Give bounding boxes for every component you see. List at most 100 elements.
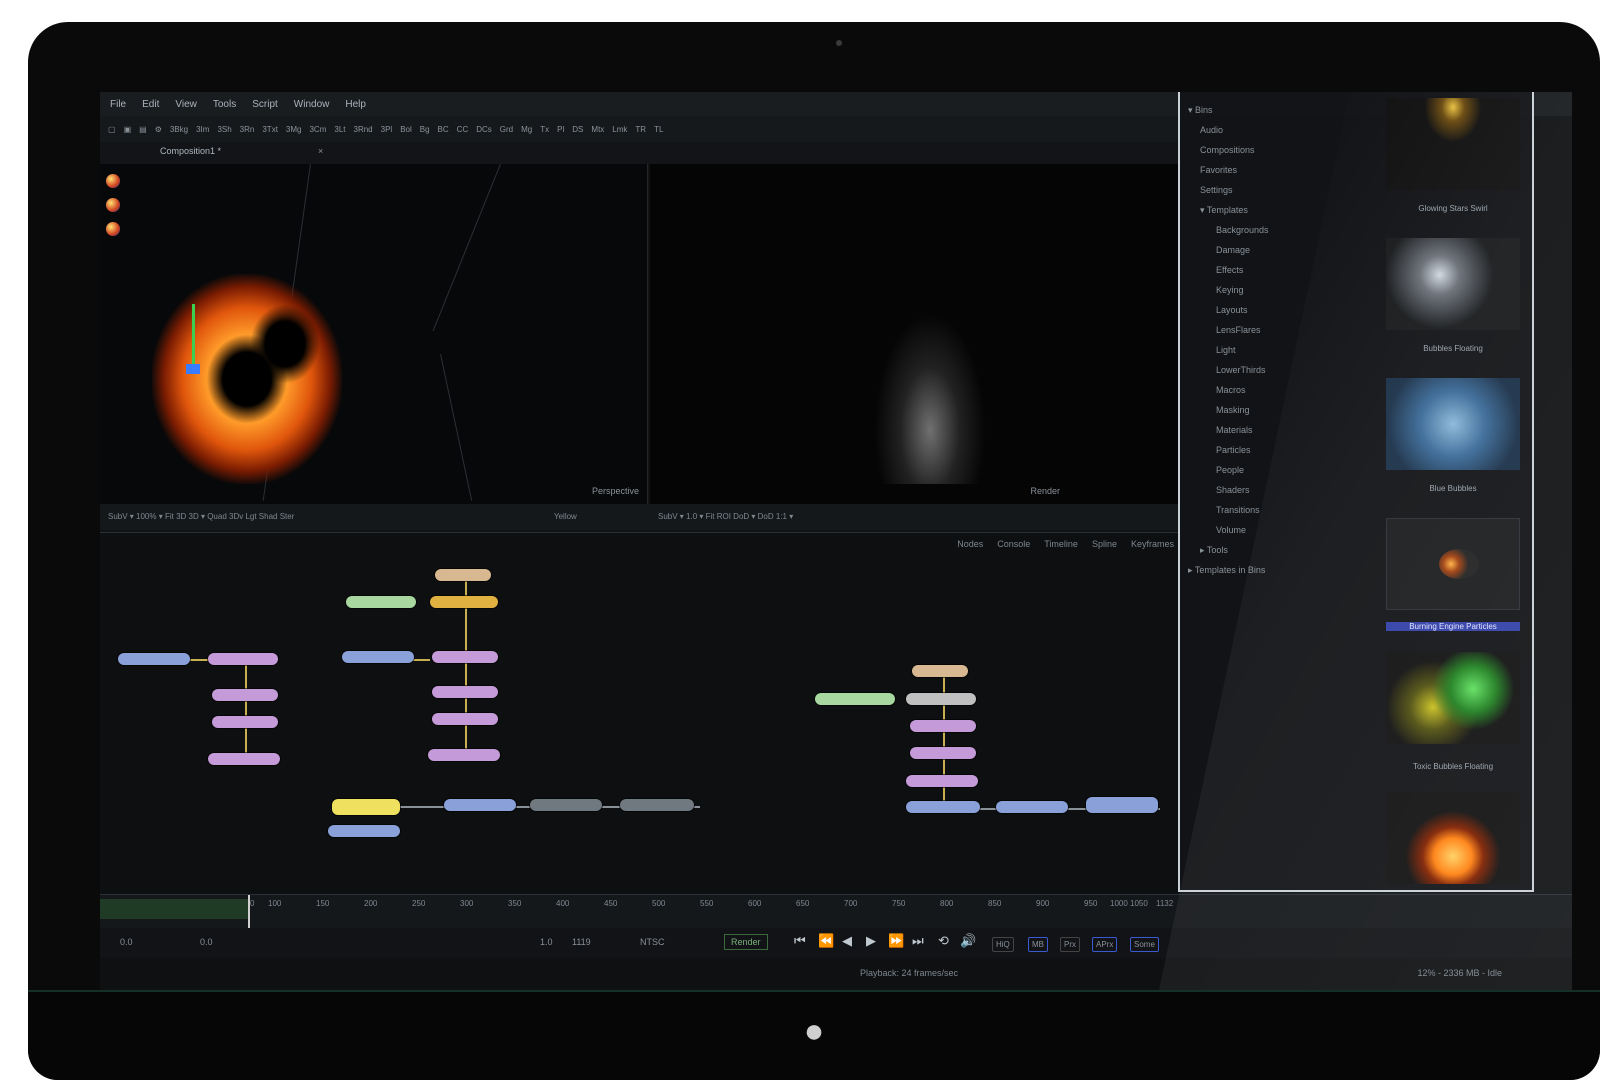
tool-button[interactable]: Grd	[500, 125, 513, 134]
tool-button[interactable]: 3Sh	[217, 125, 231, 134]
tool-button[interactable]: 3Lt	[334, 125, 345, 134]
play-reverse-icon[interactable]: ◀	[842, 933, 852, 953]
tab-nodes[interactable]: Nodes	[957, 539, 983, 549]
tree-item-templates-in-bins[interactable]: ▸ Templates in Bins	[1188, 560, 1388, 580]
viewer-channel-select[interactable]: Yellow	[554, 512, 577, 521]
flow-node[interactable]	[208, 653, 278, 665]
tool-button[interactable]: 3Cm	[309, 125, 326, 134]
tree-item[interactable]: Volume	[1188, 520, 1388, 540]
tree-item[interactable]: Keying	[1188, 280, 1388, 300]
flow-node[interactable]	[906, 775, 978, 787]
menu-script[interactable]: Script	[252, 99, 278, 110]
menu-view[interactable]: View	[175, 99, 197, 110]
mb-toggle[interactable]: MB	[1028, 937, 1048, 952]
tool-button[interactable]: 3Mg	[286, 125, 302, 134]
render-end-field[interactable]: 0.0	[200, 937, 213, 947]
flow-node[interactable]	[428, 749, 500, 761]
goto-start-icon[interactable]: ⏮	[794, 933, 806, 953]
flow-node[interactable]	[906, 801, 980, 813]
tree-item-bins[interactable]: ▾ Bins	[1188, 100, 1388, 120]
tool-button[interactable]: 3Txt	[262, 125, 278, 134]
tree-item-templates[interactable]: ▾ Templates	[1188, 200, 1388, 220]
tool-button[interactable]: Bol	[400, 125, 412, 134]
thumb-fire[interactable]	[1386, 792, 1520, 884]
hiq-toggle[interactable]: HiQ	[992, 937, 1014, 952]
tree-item[interactable]: People	[1188, 460, 1388, 480]
flow-node[interactable]	[212, 689, 278, 701]
flow-node-merge[interactable]	[332, 799, 400, 815]
flow-node[interactable]	[432, 686, 498, 698]
light-icon[interactable]	[106, 174, 120, 188]
tree-item[interactable]: Materials	[1188, 420, 1388, 440]
flow-node[interactable]	[912, 665, 968, 677]
tree-item[interactable]: Shaders	[1188, 480, 1388, 500]
loop-icon[interactable]: ⟲	[938, 933, 949, 953]
render-button[interactable]: Render	[724, 934, 768, 950]
tree-item[interactable]: Damage	[1188, 240, 1388, 260]
play-icon[interactable]: ▶	[866, 933, 876, 953]
flow-node[interactable]	[430, 596, 498, 608]
goto-end-icon[interactable]: ⏭	[912, 933, 924, 953]
viewer-left-controls[interactable]: SubV ▾ 100% ▾ Fit 3D 3D ▾ Quad 3Dv Lgt S…	[108, 512, 294, 521]
tab-composition[interactable]: Composition1 *	[160, 146, 221, 156]
step-forward-icon[interactable]: ⏩	[888, 933, 904, 953]
flow-node[interactable]	[212, 716, 278, 728]
some-toggle[interactable]: Some	[1130, 937, 1159, 952]
tool-button[interactable]: CC	[457, 125, 469, 134]
flow-node[interactable]	[1086, 797, 1158, 813]
menu-help[interactable]: Help	[345, 99, 366, 110]
flow-node[interactable]	[328, 825, 400, 837]
tree-item[interactable]: Backgrounds	[1188, 220, 1388, 240]
flow-node[interactable]	[910, 747, 976, 759]
tab-close-icon[interactable]: ×	[318, 146, 323, 156]
tool-button[interactable]: 3Rn	[240, 125, 255, 134]
tool-button[interactable]: TR	[635, 125, 646, 134]
viewer-2d[interactable]: Render	[650, 164, 1180, 504]
tree-item[interactable]: Effects	[1188, 260, 1388, 280]
tool-button[interactable]: BC	[438, 125, 449, 134]
viewer-3d[interactable]: Perspective	[100, 164, 648, 504]
menu-edit[interactable]: Edit	[142, 99, 159, 110]
flow-node[interactable]	[208, 753, 280, 765]
timeline-ruler[interactable]: 0 100 150 200 250 300 350 400 450 500 55…	[100, 894, 1572, 929]
tool-button[interactable]: 3Bkg	[170, 125, 188, 134]
tree-item[interactable]: LowerThirds	[1188, 360, 1388, 380]
tab-console[interactable]: Console	[997, 539, 1030, 549]
thumb-blue[interactable]	[1386, 378, 1520, 470]
tab-spline[interactable]: Spline	[1092, 539, 1117, 549]
audio-icon[interactable]: 🔊	[960, 933, 976, 953]
light-icon[interactable]	[106, 198, 120, 212]
tool-button[interactable]: Mtx	[591, 125, 604, 134]
tree-item[interactable]: Macros	[1188, 380, 1388, 400]
tool-button[interactable]: 3Im	[196, 125, 209, 134]
flow-node[interactable]	[432, 651, 498, 663]
flow-node[interactable]	[432, 713, 498, 725]
render-start-field[interactable]: 0.0	[120, 937, 133, 947]
tree-item-tools[interactable]: ▸ Tools	[1188, 540, 1388, 560]
tree-item[interactable]: Favorites	[1188, 160, 1388, 180]
auto-proxy-toggle[interactable]: APrx	[1092, 937, 1118, 952]
tree-item[interactable]: LensFlares	[1188, 320, 1388, 340]
light-icon[interactable]	[106, 222, 120, 236]
flow-editor[interactable]: Nodes Console Timeline Spline Keyframes	[100, 532, 1180, 894]
tree-item[interactable]: Layouts	[1188, 300, 1388, 320]
tab-timeline[interactable]: Timeline	[1044, 539, 1078, 549]
tree-item[interactable]: Compositions	[1188, 140, 1388, 160]
menu-tools[interactable]: Tools	[213, 99, 236, 110]
flow-node[interactable]	[996, 801, 1068, 813]
tab-keyframes[interactable]: Keyframes	[1131, 539, 1174, 549]
thumb-engine[interactable]	[1386, 518, 1520, 610]
step-field[interactable]: 1.0	[540, 937, 553, 947]
tool-button[interactable]: Mg	[521, 125, 532, 134]
proxy-toggle[interactable]: Prx	[1060, 937, 1080, 952]
flow-node[interactable]	[444, 799, 516, 811]
tree-item[interactable]: Light	[1188, 340, 1388, 360]
toolbar-save-icon[interactable]: ▤	[139, 125, 147, 134]
step-back-icon[interactable]: ⏪	[818, 933, 834, 953]
gizmo-center[interactable]	[186, 364, 200, 374]
flow-node[interactable]	[118, 653, 190, 665]
tree-item[interactable]: Particles	[1188, 440, 1388, 460]
tool-button[interactable]: 3Rnd	[354, 125, 373, 134]
flow-node[interactable]	[346, 596, 416, 608]
tool-button[interactable]: Bg	[420, 125, 430, 134]
